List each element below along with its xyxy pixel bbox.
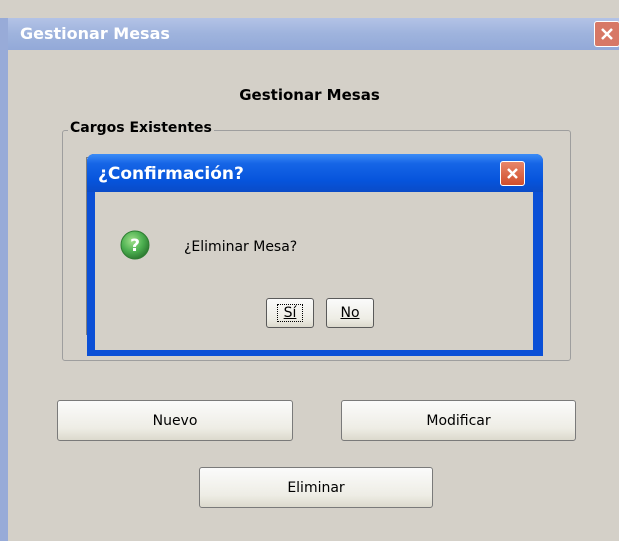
page-title: Gestionar Mesas — [239, 86, 380, 104]
eliminar-button[interactable]: Eliminar — [199, 467, 433, 508]
dialog-title: ¿Confirmación? — [98, 164, 244, 184]
no-button[interactable]: No — [326, 298, 374, 328]
window-title: Gestionar Mesas — [20, 24, 170, 43]
dialog-titlebar[interactable]: ¿Confirmación? — [87, 154, 543, 192]
svg-text:?: ? — [130, 236, 140, 256]
yes-button[interactable]: Sí — [266, 298, 314, 328]
close-icon[interactable] — [500, 161, 525, 186]
main-titlebar[interactable]: Gestionar Mesas — [8, 18, 619, 50]
dialog-message: ¿Eliminar Mesa? — [184, 239, 298, 255]
dialog-body — [95, 192, 533, 350]
close-icon[interactable] — [594, 21, 619, 47]
modificar-button[interactable]: Modificar — [341, 400, 576, 441]
confirmation-dialog: ¿Confirmación? — [87, 154, 543, 356]
groupbox-label: Cargos Existentes — [68, 120, 214, 136]
yes-button-label: Sí — [276, 304, 304, 322]
nuevo-button[interactable]: Nuevo — [57, 400, 293, 441]
question-icon: ? — [120, 230, 150, 260]
